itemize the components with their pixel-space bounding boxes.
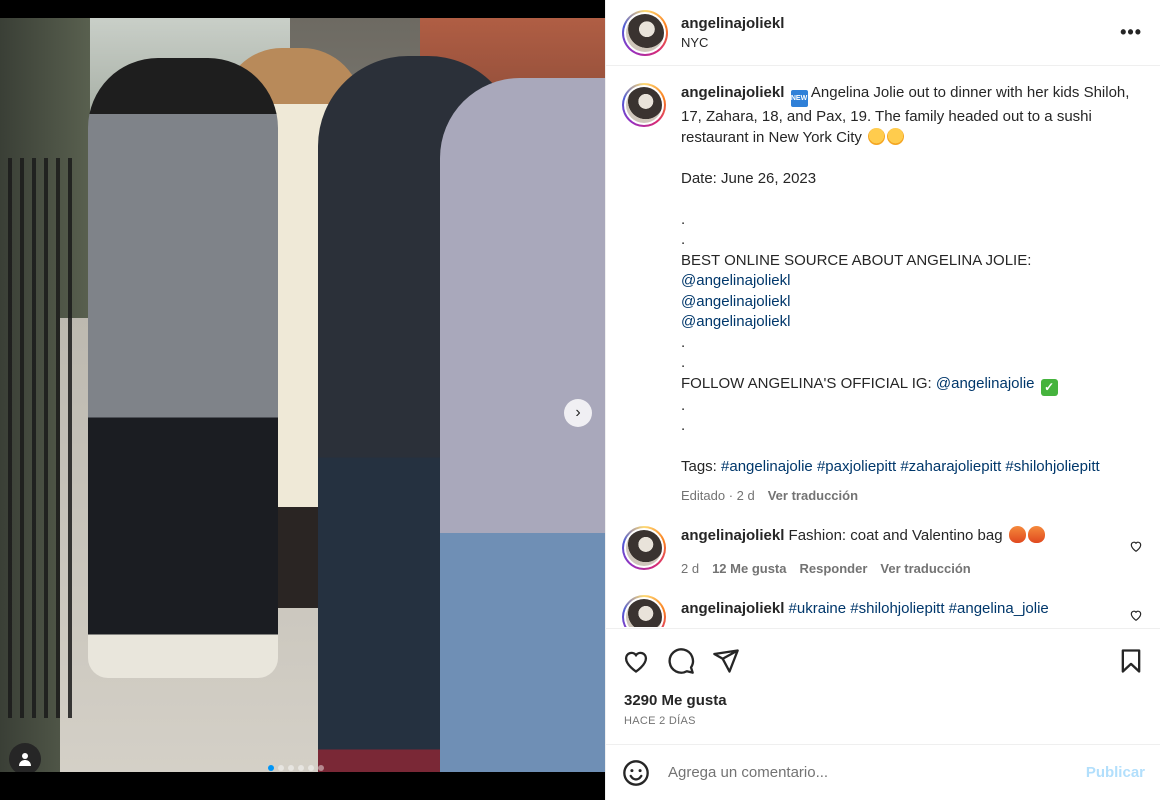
hashtag-link[interactable]: #ukraine: [789, 600, 847, 617]
heart-eyes-emoji: [887, 127, 905, 145]
hashtag-link[interactable]: #paxjoliepitt: [817, 458, 896, 475]
fire-emoji: [1027, 526, 1045, 543]
caption-dot: .: [681, 396, 686, 414]
caption-edited-time: Editado · 2 d: [681, 487, 755, 503]
tagged-users-button[interactable]: [9, 743, 41, 772]
more-horizontal-icon: •••: [1120, 22, 1142, 42]
hashtag-link[interactable]: #shilohjoliepitt: [1005, 458, 1099, 475]
heart-eyes-emoji: [868, 127, 886, 145]
comment-input[interactable]: [668, 764, 1068, 781]
post-image[interactable]: ›: [0, 18, 605, 772]
post-side-panel: angelinajoliekl NYC ••• angelinajoliekl …: [605, 0, 1160, 800]
comment-username[interactable]: angelinajoliekl: [681, 600, 784, 617]
heart-icon[interactable]: [622, 647, 650, 675]
user-tag-icon: [19, 753, 31, 766]
caption-dot: .: [681, 333, 686, 351]
new-emoji: NEW: [790, 90, 808, 107]
fire-emoji: [1008, 526, 1026, 543]
caption-follow-label: FOLLOW ANGELINA'S OFFICIAL IG:: [681, 374, 936, 392]
heart-icon[interactable]: [1129, 539, 1143, 553]
check-mark-emoji: ✓: [1040, 378, 1058, 396]
hashtag-link[interactable]: #shilohjoliepitt: [850, 600, 944, 617]
next-image-button[interactable]: ›: [564, 399, 592, 427]
iron-fence: [8, 158, 78, 718]
instagram-post-modal: › angelinajoliekl NYC ••• angelinajoliek…: [0, 0, 1160, 800]
mention-link[interactable]: @angelinajoliekl: [681, 271, 1141, 292]
like-count[interactable]: 3290 Me gusta: [606, 692, 1160, 709]
mention-link[interactable]: @angelinajolie: [936, 375, 1035, 392]
mention-link[interactable]: @angelinajoliekl: [681, 312, 1141, 333]
carousel-dot: [288, 765, 294, 771]
carousel-dot: [308, 765, 314, 771]
avatar[interactable]: [622, 83, 666, 127]
comments-list[interactable]: angelinajoliekl NEW Angelina Jolie out t…: [606, 67, 1160, 627]
carousel-dot: [268, 765, 274, 771]
caption: angelinajoliekl NEW Angelina Jolie out t…: [622, 83, 1145, 506]
share-icon[interactable]: [712, 647, 740, 675]
avatar[interactable]: [622, 526, 666, 570]
see-translation-button[interactable]: Ver traducción: [880, 559, 970, 580]
caption-dot: .: [681, 231, 686, 248]
caption-date: Date: June 26, 2023: [681, 169, 817, 187]
carousel-indicator: [268, 765, 324, 771]
hashtag-link[interactable]: #zaharajoliepitt: [900, 458, 1001, 475]
avatar[interactable]: [622, 9, 668, 56]
caption-username[interactable]: angelinajoliekl: [681, 84, 784, 101]
more-options-button[interactable]: •••: [1120, 22, 1142, 43]
bookmark-icon[interactable]: [1117, 647, 1145, 675]
caption-dot: .: [681, 354, 686, 371]
mention-link[interactable]: @angelinajoliekl: [681, 292, 1141, 313]
chevron-right-icon: ›: [575, 404, 581, 421]
hashtag-link[interactable]: #angelinajolie: [721, 458, 813, 475]
comment-text: Fashion: coat and Valentino bag: [784, 527, 1003, 544]
post-username[interactable]: angelinajoliekl: [681, 15, 784, 32]
avatar[interactable]: [622, 595, 666, 627]
post-comment-button[interactable]: Publicar: [1086, 764, 1145, 781]
post-date: HACE 2 DÍAS: [624, 715, 696, 727]
comment: angelinajoliekl #ukraine #shilohjoliepit…: [622, 595, 1145, 627]
caption-dot: .: [681, 417, 686, 434]
carousel-dot: [318, 765, 324, 771]
reply-button[interactable]: Responder: [800, 559, 868, 580]
heart-icon[interactable]: [1129, 608, 1143, 622]
post-header: angelinajoliekl NYC •••: [606, 0, 1160, 66]
smile-icon[interactable]: [622, 759, 650, 787]
comment-username[interactable]: angelinajoliekl: [681, 527, 784, 544]
caption-dot: .: [681, 210, 686, 228]
carousel-dot: [278, 765, 284, 771]
caption-tags-label: Tags:: [681, 458, 722, 475]
caption-source-label: BEST ONLINE SOURCE ABOUT ANGELINA JOLIE:: [681, 251, 1032, 269]
comment-likes[interactable]: 12 Me gusta: [712, 559, 786, 580]
comment-icon[interactable]: [667, 647, 695, 675]
carousel-dot: [298, 765, 304, 771]
comment: angelinajoliekl Fashion: coat and Valent…: [622, 526, 1145, 579]
see-translation-button[interactable]: Ver traducción: [768, 486, 858, 507]
person-in-gray-sweater: [88, 58, 278, 678]
post-location[interactable]: NYC: [681, 35, 784, 50]
add-comment-bar: Publicar: [606, 744, 1160, 800]
comment-time: 2 d: [681, 560, 700, 576]
hashtag-link[interactable]: #angelina_jolie: [949, 600, 1049, 617]
caption-text-line1: Angelina Jolie out to dinner with her ki…: [807, 84, 1080, 101]
